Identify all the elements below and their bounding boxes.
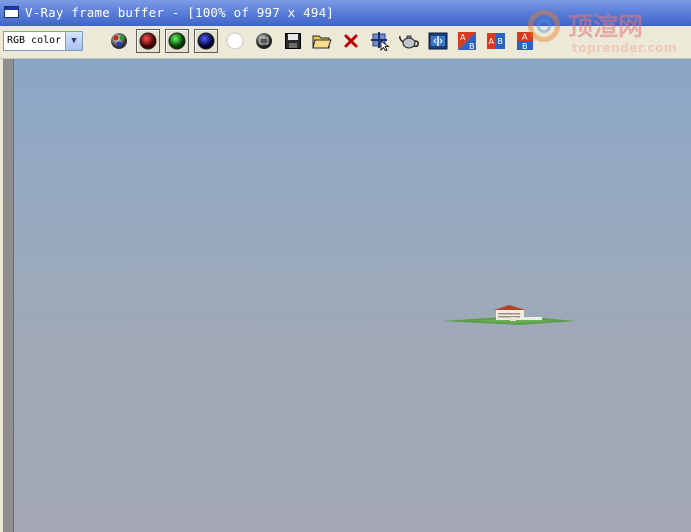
- ab-diagonal-icon: A B: [458, 32, 476, 51]
- compare-horizontal-button[interactable]: A B: [455, 29, 479, 53]
- frame-buffer-area: [3, 59, 691, 532]
- compare-vertical-button[interactable]: A B: [484, 29, 508, 53]
- color-corrections-button[interactable]: [426, 29, 450, 53]
- watermark-title: 顶渲网: [568, 12, 644, 41]
- ab-label-b: B: [469, 42, 475, 51]
- view-blue-channel-button[interactable]: [194, 29, 218, 53]
- monochrome-button[interactable]: [252, 29, 276, 53]
- channel-select-value: RGB color: [7, 35, 62, 46]
- rgb-channels-icon: [111, 33, 127, 49]
- clear-image-button[interactable]: [339, 29, 363, 53]
- building-roof: [494, 305, 526, 310]
- render-last-button[interactable]: [397, 29, 421, 53]
- render-scene: [442, 305, 576, 325]
- monochrome-icon: [256, 33, 272, 49]
- ab-label-b: B: [498, 37, 504, 46]
- view-alpha-channel-button[interactable]: [223, 29, 247, 53]
- blue-channel-icon: [197, 32, 215, 50]
- crosshair-icon: [371, 32, 390, 51]
- ab-label-a: A: [489, 37, 495, 46]
- green-channel-icon: [168, 32, 186, 50]
- track-mouse-button[interactable]: [368, 29, 392, 53]
- display-color-button[interactable]: [107, 29, 131, 53]
- channel-select[interactable]: RGB color ▼: [3, 31, 83, 51]
- save-image-button[interactable]: [281, 29, 305, 53]
- view-green-channel-button[interactable]: [165, 29, 189, 53]
- frame-left-border: [3, 59, 14, 532]
- red-channel-icon: [139, 32, 157, 50]
- window-icon: [4, 6, 19, 18]
- rendered-image[interactable]: [14, 59, 691, 532]
- teapot-icon: [399, 35, 419, 49]
- floppy-disk-icon: [285, 33, 301, 49]
- site-watermark: 顶渲网 toprender.com: [528, 10, 691, 58]
- view-red-channel-button[interactable]: [136, 29, 160, 53]
- ab-label-a: A: [460, 33, 466, 42]
- alpha-channel-icon: [226, 32, 244, 50]
- chevron-down-icon[interactable]: ▼: [65, 32, 82, 50]
- film-strip-icon: [428, 32, 448, 50]
- watermark-url: toprender.com: [572, 41, 678, 55]
- watermark-logo-icon: [528, 10, 560, 42]
- ab-vertical-icon: A B: [487, 33, 505, 49]
- ab-label-b: B: [522, 42, 528, 51]
- open-folder-icon: [312, 35, 332, 49]
- close-x-icon: [344, 34, 358, 48]
- load-image-button[interactable]: [310, 29, 334, 53]
- window-title: V-Ray frame buffer - [100% of 997 x 494]: [25, 5, 335, 20]
